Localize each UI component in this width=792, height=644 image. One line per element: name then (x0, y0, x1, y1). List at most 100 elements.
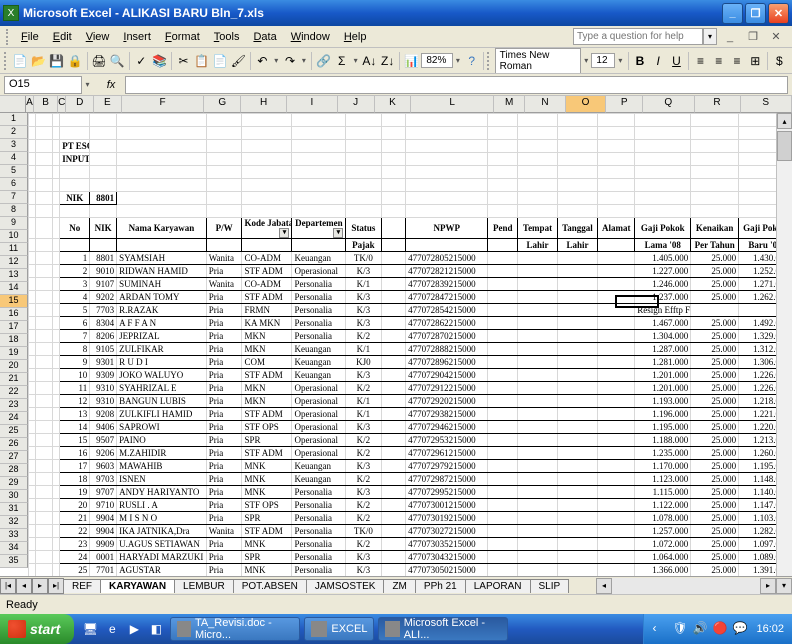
research-icon[interactable]: 📚 (151, 50, 168, 72)
menu-format[interactable]: Format (158, 29, 207, 45)
cell-nama[interactable]: ZULKIFLI HAMID (117, 408, 207, 421)
cell-no[interactable]: 20 (60, 499, 90, 512)
filter-icon[interactable]: ▾ (279, 228, 289, 238)
row-header-7[interactable]: 7 (0, 191, 28, 204)
cell-no[interactable]: 3 (60, 278, 90, 291)
cell-nama[interactable]: A F F A N (117, 317, 207, 330)
col-header-S[interactable]: S (741, 96, 792, 113)
col-header-O[interactable]: O (566, 96, 606, 113)
cell-nama[interactable]: ISNEN (117, 473, 207, 486)
cell-kode[interactable]: COM (242, 356, 292, 369)
col-header-A[interactable]: A (26, 96, 34, 113)
row-header-24[interactable]: 24 (0, 412, 28, 425)
cell-gpl[interactable]: 1.078.000 (635, 512, 691, 525)
cell-pw[interactable]: Pria (206, 434, 242, 447)
cell-npwp[interactable]: 477072987215000 (406, 473, 488, 486)
cell-status[interactable]: K/3 (346, 460, 381, 473)
cell-pw[interactable]: Pria (206, 421, 242, 434)
size-dropdown[interactable]: ▾ (616, 50, 624, 72)
cell-no[interactable]: 14 (60, 421, 90, 434)
cell-kode[interactable]: MNK (242, 538, 292, 551)
cell-kenaikan[interactable]: 25.000 (691, 499, 739, 512)
cell-dept[interactable]: Personalia (292, 330, 346, 343)
cell-kenaikan[interactable]: 25.000 (691, 434, 739, 447)
cell-kenaikan[interactable]: 25.000 (691, 460, 739, 473)
cell-no[interactable]: 12 (60, 395, 90, 408)
cell-dept[interactable]: Personalia (292, 525, 346, 538)
scroll-right-button[interactable]: ▸ (760, 578, 776, 594)
toolbar-grip[interactable] (4, 52, 8, 70)
cell-nama[interactable]: RUSLI . A (117, 499, 207, 512)
toolbar-grip[interactable] (487, 52, 491, 70)
menu-view[interactable]: View (79, 29, 117, 45)
menu-edit[interactable]: Edit (46, 29, 79, 45)
cell-dept[interactable]: Keuangan (292, 369, 346, 382)
help-search-input[interactable] (573, 28, 703, 45)
col-header-K[interactable]: K (375, 96, 412, 113)
show-desktop-icon[interactable]: 🖥 (80, 618, 100, 640)
permission-icon[interactable]: 🔒 (66, 50, 83, 72)
cell-gpl[interactable]: 1.201.000 (635, 369, 691, 382)
col-header-G[interactable]: G (204, 96, 241, 113)
cell-npwp[interactable]: 477072920215000 (406, 395, 488, 408)
cell-nama[interactable]: ZULFIKAR (117, 343, 207, 356)
cell-nik[interactable]: 8304 (90, 317, 117, 330)
filter-icon[interactable]: ▾ (333, 228, 343, 238)
cell-status[interactable]: K/3 (346, 551, 381, 564)
print-preview-icon[interactable]: 🔍 (109, 50, 126, 72)
paste-icon[interactable]: 📄 (211, 50, 228, 72)
cell-nik[interactable]: 9310 (90, 395, 117, 408)
cell-status[interactable]: K/2 (346, 499, 381, 512)
name-box[interactable]: O15 (4, 76, 82, 94)
cell-no[interactable]: 25 (60, 564, 90, 577)
namebox-dropdown[interactable]: ▾ (82, 74, 93, 96)
cell-no[interactable]: 18 (60, 473, 90, 486)
row-header-19[interactable]: 19 (0, 347, 28, 360)
cell-pw[interactable]: Pria (206, 304, 242, 317)
cell-dept[interactable]: Keuangan (292, 252, 346, 265)
col-header-J[interactable]: J (338, 96, 375, 113)
cell-kenaikan[interactable]: 25.000 (691, 291, 739, 304)
cell-nik[interactable]: 7703 (90, 304, 117, 317)
cell-no[interactable]: 24 (60, 551, 90, 564)
help-icon[interactable]: ? (463, 50, 480, 72)
cell-status[interactable]: K/2 (346, 473, 381, 486)
row-header-31[interactable]: 31 (0, 503, 28, 516)
hdr-tanggal[interactable]: Tanggal (557, 218, 597, 239)
hdr-status[interactable]: Status (346, 218, 381, 239)
clock[interactable]: 16:02 (756, 623, 784, 635)
cell-gpl[interactable]: 1.201.000 (635, 382, 691, 395)
cell-dept[interactable]: Personalia (292, 317, 346, 330)
cell-npwp[interactable]: 477072904215000 (406, 369, 488, 382)
cell-npwp[interactable]: 477073043215000 (406, 551, 488, 564)
cell-npwp[interactable]: 477073027215000 (406, 525, 488, 538)
cell-status[interactable]: K/1 (346, 395, 381, 408)
cell-no[interactable]: 19 (60, 486, 90, 499)
cell-pw[interactable]: Pria (206, 538, 242, 551)
cell-nama[interactable]: RIDWAN HAMID (117, 265, 207, 278)
cell-kode[interactable]: SPR (242, 434, 292, 447)
cell-no[interactable]: 9 (60, 356, 90, 369)
cell-pw[interactable]: Pria (206, 447, 242, 460)
cell-nik[interactable]: 9703 (90, 473, 117, 486)
sheet-tab-lembur[interactable]: LEMBUR (174, 579, 234, 593)
cell-status[interactable]: K/2 (346, 538, 381, 551)
cell-nik[interactable]: 7701 (90, 564, 117, 577)
cell-kenaikan[interactable]: 25.000 (691, 538, 739, 551)
cell-npwp[interactable]: 477072854215000 (406, 304, 488, 317)
scroll-up-button[interactable]: ▴ (777, 113, 792, 129)
cell-pw[interactable]: Pria (206, 291, 242, 304)
sort-asc-icon[interactable]: A↓ (361, 50, 378, 72)
cell-pw[interactable]: Pria (206, 330, 242, 343)
cell-kode[interactable]: MKN (242, 395, 292, 408)
spreadsheet-grid[interactable]: ABCDEFGHIJKLMNOPQRS 12345678910111213141… (0, 96, 792, 576)
size-selector[interactable]: 12 (591, 53, 615, 68)
cell-nama[interactable]: MAWAHIB (117, 460, 207, 473)
scroll-down-button[interactable]: ▾ (776, 578, 792, 594)
row-header-32[interactable]: 32 (0, 516, 28, 529)
cell-no[interactable]: 7 (60, 330, 90, 343)
sheet-tab-slip[interactable]: SLIP (530, 579, 570, 593)
cell-gpl[interactable]: 1.281.000 (635, 356, 691, 369)
cell-status[interactable]: K/3 (346, 291, 381, 304)
cell-nama[interactable]: ARDAN TOMY (117, 291, 207, 304)
